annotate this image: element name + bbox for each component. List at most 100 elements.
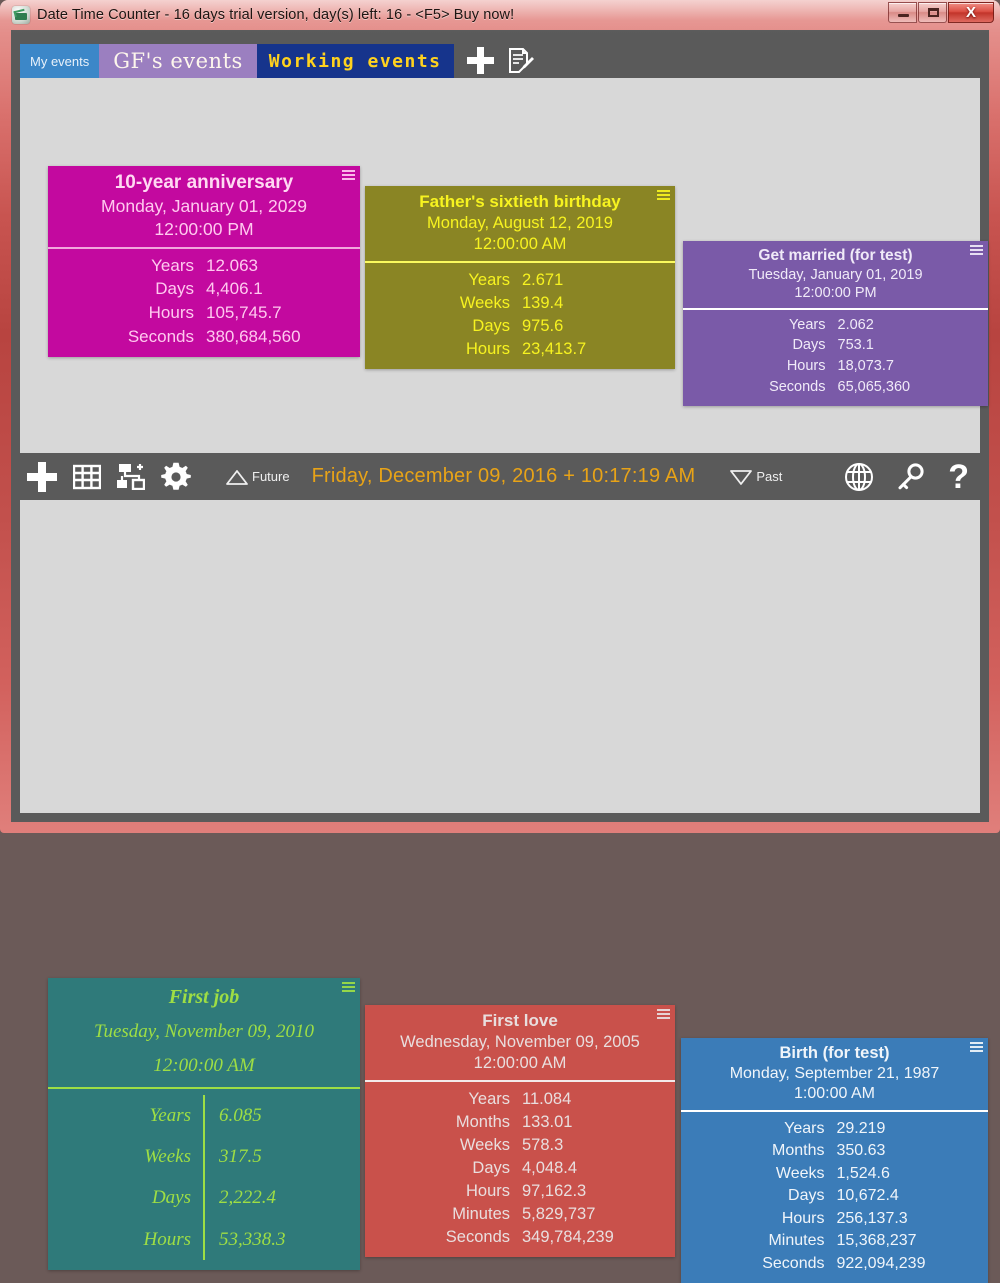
card-time: 12:00:00 AM [58, 1055, 350, 1077]
card-title: First job [58, 986, 350, 1009]
maximize-icon [928, 8, 939, 17]
metric-label: Years [375, 1087, 520, 1110]
event-card-birth[interactable]: Birth (for test) Monday, September 21, 1… [681, 1038, 988, 1283]
language-button[interactable] [844, 462, 874, 492]
card-title: Birth (for test) [691, 1044, 978, 1063]
card-menu-icon[interactable] [970, 1042, 983, 1054]
close-button[interactable]: X [948, 2, 994, 23]
metric-label: Days [58, 278, 204, 302]
table-row: Weeks 1,524.6 [691, 1162, 978, 1185]
table-row: Seconds 349,784,239 [375, 1226, 665, 1249]
settings-button[interactable] [161, 462, 191, 492]
metric-label: Days [58, 1177, 204, 1218]
metric-value: 12.063 [204, 254, 350, 278]
table-row: Days 753.1 [693, 336, 978, 357]
card-body: Years 12.063 Days 4,406.1 Hours 105,745.… [48, 249, 360, 357]
future-label: Future [252, 469, 290, 484]
table-row: Years 2.062 [693, 315, 978, 336]
edit-document-icon[interactable] [506, 47, 534, 75]
metric-label: Minutes [691, 1230, 835, 1253]
card-date: Monday, September 21, 1987 [691, 1065, 978, 1083]
metric-label: Years [693, 315, 836, 336]
tab-gfs-events[interactable]: GF's events [99, 44, 257, 78]
current-datetime: Friday, December 09, 2016 + 10:17:19 AM [312, 465, 696, 488]
metric-value: 18,073.7 [836, 356, 979, 377]
table-row: Seconds 922,094,239 [691, 1252, 978, 1275]
table-row: Months 350.63 [691, 1140, 978, 1163]
card-header: Get married (for test) Tuesday, January … [683, 241, 988, 310]
add-event-button[interactable] [27, 462, 57, 492]
card-metric-table: Years 2.062 Days 753.1 Hours 18,073.7 Se… [693, 315, 978, 398]
table-row: Years 11.084 [375, 1087, 665, 1110]
metric-label: Weeks [375, 1133, 520, 1156]
metric-value: 11.084 [520, 1087, 665, 1110]
table-row: Days 2,222.4 [58, 1177, 350, 1218]
table-view-button[interactable] [73, 464, 101, 490]
table-row: Days 4,048.4 [375, 1156, 665, 1179]
title-bar: Date Time Counter - 16 days trial versio… [0, 0, 1000, 30]
metric-value: 4,048.4 [520, 1156, 665, 1179]
tab-my-events[interactable]: My events [20, 44, 99, 78]
metric-label: Seconds [375, 1226, 520, 1249]
close-icon: X [949, 3, 993, 22]
table-row: Hours 18,073.7 [693, 356, 978, 377]
tab-working-events[interactable]: Working events [257, 44, 454, 78]
triangle-down-icon [729, 469, 753, 485]
card-title: 10-year anniversary [58, 172, 350, 194]
metric-value: 29.219 [835, 1117, 979, 1140]
card-time: 12:00:00 AM [375, 1054, 665, 1073]
card-body: Years 2.062 Days 753.1 Hours 18,073.7 Se… [683, 310, 988, 406]
maximize-button[interactable] [918, 2, 947, 23]
app-icon [12, 6, 30, 24]
metric-label: Years [375, 268, 520, 291]
metric-value: 5,829,737 [520, 1203, 665, 1226]
metric-value: 1,524.6 [835, 1162, 979, 1185]
metric-value: 2.671 [520, 268, 665, 291]
event-card-fathers-sixtieth-birthday[interactable]: Father's sixtieth birthday Monday, Augus… [365, 186, 675, 369]
card-menu-icon[interactable] [657, 1009, 670, 1021]
event-card-get-married[interactable]: Get married (for test) Tuesday, January … [683, 241, 988, 406]
card-menu-icon[interactable] [342, 982, 355, 994]
table-row: Years 6.085 [58, 1095, 350, 1136]
card-time: 12:00:00 PM [693, 285, 978, 301]
card-time: 1:00:00 AM [691, 1085, 978, 1103]
application-window: Date Time Counter - 16 days trial versio… [0, 0, 1000, 833]
table-row: Years 12.063 [58, 254, 350, 278]
event-card-10-year-anniversary[interactable]: 10-year anniversary Monday, January 01, … [48, 166, 360, 357]
card-title: First love [375, 1011, 665, 1031]
card-header: Birth (for test) Monday, September 21, 1… [681, 1038, 988, 1112]
group-view-button[interactable] [117, 463, 145, 490]
minimize-button[interactable] [888, 2, 917, 23]
card-header: First love Wednesday, November 09, 2005 … [365, 1005, 675, 1082]
metric-value: 23,413.7 [520, 337, 665, 360]
window-controls: X [887, 2, 994, 23]
metric-value: 4,406.1 [204, 278, 350, 302]
card-menu-icon[interactable] [342, 170, 355, 182]
metric-value: 133.01 [520, 1110, 665, 1133]
metric-label: Years [58, 254, 204, 278]
card-date: Monday, August 12, 2019 [375, 214, 665, 233]
card-metric-table: Years 11.084 Months 133.01 Weeks 578.3 D… [375, 1087, 665, 1249]
table-row: Minutes 15,368,237 [691, 1230, 978, 1253]
metric-value: 317.5 [204, 1136, 350, 1177]
table-row: Weeks 578.3 [375, 1133, 665, 1156]
card-menu-icon[interactable] [970, 245, 983, 257]
table-row: Hours 23,413.7 [375, 337, 665, 360]
metric-value: 139.4 [520, 291, 665, 314]
card-menu-icon[interactable] [657, 190, 670, 202]
card-body: Years 6.085 Weeks 317.5 Days 2,222.4 Hou… [48, 1089, 360, 1270]
event-card-first-love[interactable]: First love Wednesday, November 09, 2005 … [365, 1005, 675, 1257]
metric-value: 380,684,560 [204, 325, 350, 349]
register-button[interactable] [896, 462, 926, 492]
table-row: Weeks 317.5 [58, 1136, 350, 1177]
add-tab-icon[interactable] [466, 46, 494, 74]
metric-value: 97,162.3 [520, 1180, 665, 1203]
event-card-first-job[interactable]: First job Tuesday, November 09, 2010 12:… [48, 978, 360, 1270]
help-button[interactable]: ? [948, 460, 969, 494]
metric-value: 256,137.3 [835, 1207, 979, 1230]
metric-value: 349,784,239 [520, 1226, 665, 1249]
table-row: Seconds 380,684,560 [58, 325, 350, 349]
card-body: Years 11.084 Months 133.01 Weeks 578.3 D… [365, 1082, 675, 1257]
metric-value: 15,368,237 [835, 1230, 979, 1253]
card-date: Wednesday, November 09, 2005 [375, 1033, 665, 1052]
